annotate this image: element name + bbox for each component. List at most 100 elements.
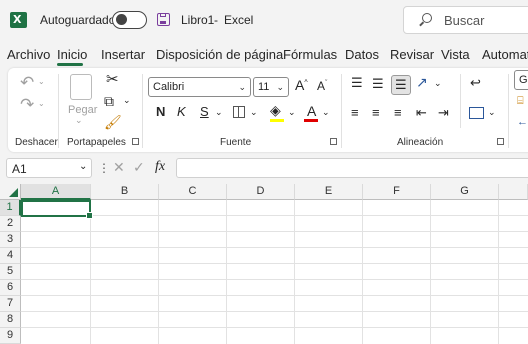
row-header-2[interactable]: 2 [0, 216, 21, 232]
copy-dropdown-icon[interactable]: ⌄ [123, 96, 131, 105]
name-box[interactable]: A1 ⌄ [6, 158, 92, 178]
column-header-c[interactable]: C [159, 184, 227, 200]
row-header-7[interactable]: 7 [0, 296, 21, 312]
clipboard-launcher-icon[interactable] [132, 138, 139, 145]
app-name: Excel [224, 13, 254, 27]
search-icon [422, 13, 432, 23]
formula-bar-grip-icon[interactable]: ⋮ [98, 161, 110, 175]
italic-button[interactable]: K [177, 105, 186, 118]
paste-dropdown-icon[interactable]: ⌄ [75, 116, 83, 125]
gridline [21, 279, 528, 280]
fill-dropdown-icon[interactable]: ⌄ [288, 108, 296, 117]
toggle-knob [116, 14, 127, 25]
gridline [294, 200, 295, 344]
format-painter-icon[interactable]: 🖌 [104, 115, 122, 129]
excel-logo-icon: X [10, 12, 31, 28]
autosave-toggle[interactable] [112, 11, 147, 29]
font-launcher-icon[interactable] [330, 138, 337, 145]
tab-archivo[interactable]: Archivo [7, 47, 50, 62]
copy-icon[interactable]: ⧉ [104, 94, 114, 108]
formula-input[interactable] [176, 158, 528, 178]
column-header-e[interactable]: E [295, 184, 363, 200]
column-header-b[interactable]: B [91, 184, 159, 200]
fill-color-icon[interactable]: ◈ [270, 103, 281, 117]
orientation-dropdown-icon[interactable]: ⌄ [434, 79, 442, 88]
font-color-swatch [304, 119, 318, 122]
tab-datos[interactable]: Datos [345, 47, 379, 62]
search-box[interactable]: Buscar [403, 6, 528, 34]
borders-icon[interactable] [233, 106, 245, 118]
cancel-icon[interactable]: ✕ [113, 159, 125, 176]
font-size-value: 11 [258, 81, 270, 93]
cut-icon[interactable]: ✂ [106, 72, 119, 87]
insert-function-button[interactable]: fx [155, 159, 165, 175]
tab-disposicion[interactable]: Disposición de página [156, 47, 283, 62]
row-header-8[interactable]: 8 [0, 312, 21, 328]
group-divider [341, 74, 342, 148]
merge-dropdown-icon[interactable]: ⌄ [488, 108, 496, 117]
title-separator: - [214, 13, 218, 27]
enter-icon[interactable]: ✓ [133, 159, 145, 176]
active-tab-indicator [57, 63, 83, 66]
font-color-button[interactable]: A [307, 104, 316, 118]
row-header-3[interactable]: 3 [0, 232, 21, 248]
underline-dropdown-icon[interactable]: ⌄ [215, 108, 223, 117]
alignment-launcher-icon[interactable] [497, 138, 504, 145]
underline-button[interactable]: S [200, 105, 209, 118]
column-header-f[interactable]: F [363, 184, 431, 200]
row-header-9[interactable]: 9 [0, 328, 21, 344]
tab-vista[interactable]: Vista [441, 47, 470, 62]
tab-insertar[interactable]: Insertar [101, 47, 145, 62]
redo-dropdown-icon[interactable]: ⌄ [38, 100, 45, 108]
font-size-dropdown[interactable]: 11 ⌄ [253, 77, 289, 97]
shrink-font-button[interactable]: Aˇ [317, 80, 327, 92]
row-header-1[interactable]: 1 [0, 200, 21, 216]
undo-icon[interactable]: ↶ [20, 74, 34, 91]
column-header-g[interactable]: G [431, 184, 499, 200]
row-header-5[interactable]: 5 [0, 264, 21, 280]
tab-automatizar[interactable]: Automati [482, 47, 528, 62]
column-header-d[interactable]: D [227, 184, 295, 200]
align-top-icon[interactable]: ☰ [351, 76, 363, 89]
redo-icon[interactable]: ↷ [20, 96, 34, 113]
column-header-h[interactable] [499, 184, 528, 200]
increase-decimal-icon[interactable]: ← [517, 117, 528, 128]
grow-font-button[interactable]: A^ [295, 78, 308, 92]
active-cell-a1[interactable] [21, 200, 93, 219]
merge-center-icon[interactable] [469, 107, 484, 119]
column-header-a[interactable]: A [21, 184, 91, 200]
tab-revisar[interactable]: Revisar [390, 47, 434, 62]
tab-inicio[interactable]: Inicio [57, 47, 87, 62]
align-middle-icon[interactable]: ☰ [372, 77, 384, 90]
decrease-indent-icon[interactable]: ⇤ [416, 106, 427, 119]
font-name-dropdown[interactable]: Calibri ⌄ [148, 77, 251, 97]
ribbon-panel: ↶ ⌄ ↷ ⌄ Deshacer Pegar ⌄ ✂ ⧉ ⌄ 🖌 Portapa… [8, 68, 528, 152]
gridline [362, 200, 363, 344]
save-icon[interactable] [157, 13, 170, 26]
paste-label[interactable]: Pegar [68, 104, 97, 116]
bold-button[interactable]: N [156, 105, 165, 118]
row-header-6[interactable]: 6 [0, 280, 21, 296]
chevron-down-icon: ⌄ [276, 82, 284, 92]
increase-indent-icon[interactable]: ⇥ [438, 106, 449, 119]
font-color-dropdown-icon[interactable]: ⌄ [322, 108, 330, 117]
gridline [430, 200, 431, 344]
gridline [21, 247, 528, 248]
paste-icon[interactable] [70, 74, 92, 100]
align-left-icon[interactable]: ≡ [351, 106, 359, 119]
borders-dropdown-icon[interactable]: ⌄ [250, 108, 258, 117]
align-right-icon[interactable]: ≡ [394, 106, 402, 119]
undo-dropdown-icon[interactable]: ⌄ [38, 78, 45, 86]
group-label-deshacer: Deshacer [15, 137, 58, 148]
row-header-4[interactable]: 4 [0, 248, 21, 264]
orientation-icon[interactable]: ↗ [416, 75, 428, 89]
align-center-icon[interactable]: ≡ [372, 106, 380, 119]
currency-icon[interactable]: ⌸ [517, 96, 524, 107]
group-divider [142, 74, 143, 148]
wrap-text-icon[interactable]: ↩ [470, 76, 481, 89]
tab-formulas[interactable]: Fórmulas [283, 47, 337, 62]
gridline [21, 327, 528, 328]
select-all-button[interactable] [0, 184, 21, 200]
grow-font-letter: A [295, 77, 305, 93]
number-format-dropdown[interactable]: Ge [514, 70, 528, 90]
